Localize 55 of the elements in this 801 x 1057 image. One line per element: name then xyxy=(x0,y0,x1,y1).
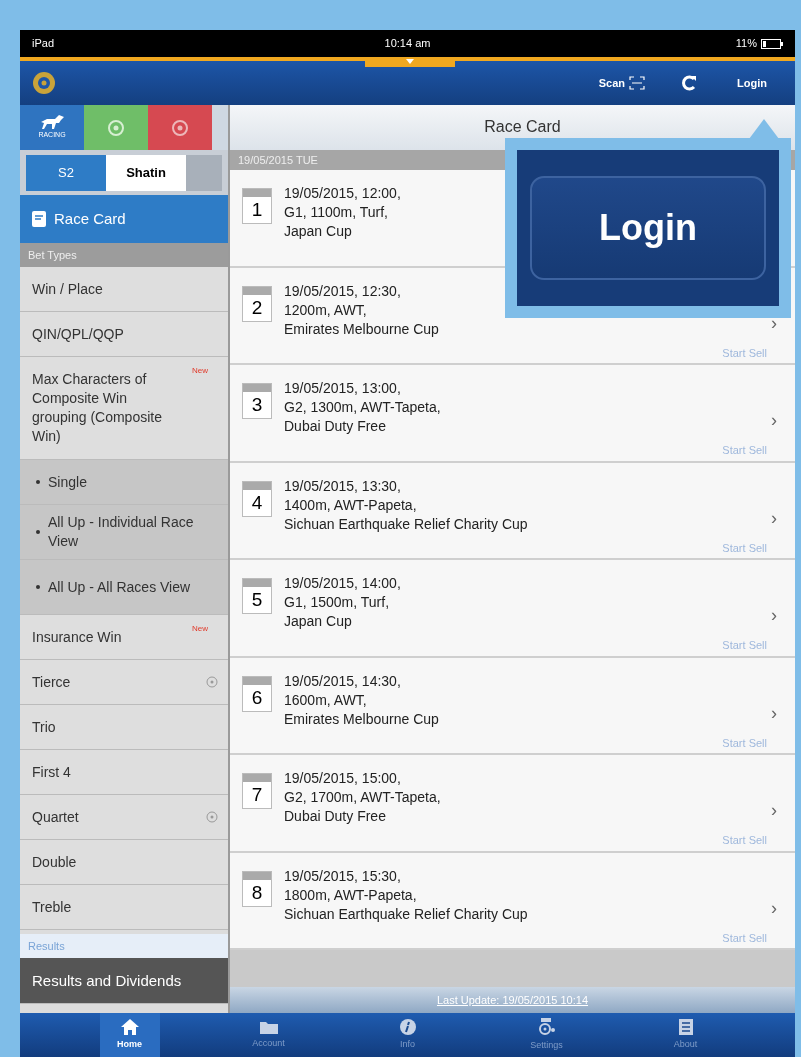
race-number-badge: 1 xyxy=(242,188,272,224)
start-sell-label: Start Sell xyxy=(722,443,767,458)
race-info-line: Sichuan Earthquake Relief Charity Cup xyxy=(284,514,528,534)
race-info-line: 1800m, AWT-Papeta, xyxy=(284,885,418,905)
race-number-badge: 8 xyxy=(242,870,272,907)
chevron: › xyxy=(771,604,777,627)
race-info-line: 19/05/2015, 13:30, xyxy=(284,476,402,496)
carrier-label: iPad xyxy=(32,36,56,52)
start-sell-label: Start Sell xyxy=(722,345,767,361)
race-info-line: Japan Cup xyxy=(284,222,353,241)
race-info-line: Japan Cup xyxy=(284,612,353,631)
clock-label: 10:14 am xyxy=(383,36,432,52)
race-info-line: 1600m, AWT, xyxy=(284,690,368,710)
battery-label: 11% xyxy=(735,36,757,52)
start-sell-label: Start Sell xyxy=(722,540,767,556)
race-info-line: G2, 1700m, AWT-Tapeta, xyxy=(284,788,441,807)
new-label: New xyxy=(192,365,208,377)
race-number-badge: 6 xyxy=(242,675,272,712)
race-info-line: 19/05/2015, 15:30, xyxy=(284,866,402,886)
race-info-line: 19/05/2015, 13:00, xyxy=(284,379,402,398)
race-info-line: G1, 1500m, Turf, xyxy=(284,593,391,612)
chevron: › xyxy=(771,409,777,432)
race-info-line: 1200m, AWT, xyxy=(284,300,368,320)
chevron: › xyxy=(771,701,777,725)
race-info-line: 1400m, AWT-Papeta, xyxy=(284,495,418,515)
race-number-badge: 4 xyxy=(242,480,272,517)
start-sell-label: Start Sell xyxy=(722,735,767,751)
race-info-line: 19/05/2015, 12:30, xyxy=(284,281,402,301)
start-sell-label: Start Sell xyxy=(722,930,767,946)
page-title: Race Card xyxy=(484,117,561,137)
race-number-badge: 5 xyxy=(242,578,272,614)
race-number-badge: 7 xyxy=(242,773,272,809)
start-sell-label: Start Sell xyxy=(722,833,767,848)
race-info-line: Emirates Melbourne Cup xyxy=(284,319,439,339)
last-update-label: Last Update: 19/05/2015 10:14 xyxy=(436,992,589,1008)
race-info-line: Dubai Duty Free xyxy=(284,417,387,436)
race-info-line: Dubai Duty Free xyxy=(284,807,387,826)
race-info-line: G2, 1300m, AWT-Tapeta, xyxy=(284,398,441,417)
section-header: Results xyxy=(20,934,228,958)
race-number-badge: 3 xyxy=(242,383,272,419)
race-info-line: 19/05/2015, 15:00, xyxy=(284,769,402,788)
chevron: › xyxy=(771,311,777,335)
race-info-line: 19/05/2015, 14:00, xyxy=(284,574,401,593)
race-info-line: 19/05/2015, 14:30, xyxy=(284,671,402,691)
chevron: › xyxy=(771,506,777,530)
section-header: Bet Types xyxy=(20,243,228,267)
race-info-line: G1, 1100m, Turf, xyxy=(284,203,389,222)
race-info-line: 19/05/2015, 12:00, xyxy=(284,184,401,203)
race-number-badge: 2 xyxy=(242,285,272,322)
start-sell-label: Start Sell xyxy=(722,638,767,653)
new-label: New xyxy=(192,623,208,635)
chevron: › xyxy=(771,896,777,920)
race-info-line: Emirates Melbourne Cup xyxy=(284,709,439,729)
race-info-line: Sichuan Earthquake Relief Charity Cup xyxy=(284,904,528,924)
chevron: › xyxy=(771,799,777,822)
